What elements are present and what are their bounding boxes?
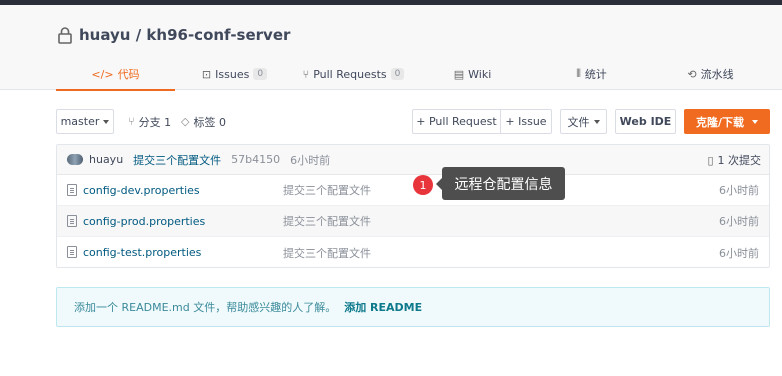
clone-download-button[interactable]: 克隆/下载: [684, 109, 770, 134]
file-commit-message[interactable]: 提交三个配置文件: [283, 213, 371, 229]
readme-notice-text: 添加一个 README.md 文件，帮助感兴趣的人了解。: [74, 301, 337, 314]
avatar[interactable]: [67, 154, 83, 165]
file-menu-label: 文件: [567, 115, 590, 129]
commit-message[interactable]: 提交三个配置文件: [133, 152, 221, 168]
file-icon: [67, 184, 77, 196]
repo-tabs: </> 代码 ⊡ Issues 0 ⑂ Pull Requests 0 ▤ Wi…: [56, 58, 770, 91]
chevron-down-icon: [593, 119, 600, 124]
branches-label: 分支 1: [138, 115, 172, 129]
pull-requests-count-badge: 0: [390, 68, 405, 80]
file-menu-button[interactable]: 文件: [560, 109, 607, 134]
commit-count-link[interactable]: ▯ 1 次提交: [707, 145, 761, 175]
file-row[interactable]: config-dev.properties 提交三个配置文件 6小时前: [57, 175, 769, 206]
tab-pull-requests[interactable]: ⑂ Pull Requests 0: [294, 58, 413, 90]
repo-path[interactable]: huayu / kh96-conf-server: [79, 26, 290, 44]
tab-label: 统计: [584, 68, 607, 81]
code-icon: </>: [91, 67, 114, 81]
commit-sha[interactable]: 57b4150: [231, 153, 280, 166]
file-commit-time: 6小时前: [719, 246, 759, 260]
commit-author[interactable]: huayu: [89, 153, 123, 166]
pull-request-icon: ⑂: [302, 67, 310, 81]
repo-toolbar: master ⑂ 分支 1 ◇ 标签 0 + Pull Request + Issu…: [56, 109, 770, 134]
repo-separator: /: [130, 26, 147, 44]
tab-label: Issues: [215, 67, 250, 81]
tab-label: 流水线: [700, 68, 734, 81]
file-commit-time: 6小时前: [719, 184, 759, 197]
file-commit-message[interactable]: 提交三个配置文件: [283, 245, 371, 261]
commit-time: 6小时前: [290, 153, 331, 167]
tags-link[interactable]: ◇ 标签 0: [181, 109, 226, 134]
new-issue-label: + Issue: [505, 115, 547, 128]
tag-icon: ◇: [181, 115, 190, 128]
file-row[interactable]: config-prod.properties 提交三个配置文件 6小时前: [57, 206, 769, 237]
issues-icon: ⊡: [201, 67, 212, 81]
tab-pipeline[interactable]: ⟲ 流水线: [651, 58, 770, 90]
file-commit-message[interactable]: 提交三个配置文件: [283, 182, 371, 198]
file-name[interactable]: config-dev.properties: [83, 184, 200, 197]
web-ide-label: Web IDE: [619, 115, 672, 128]
file-commit-time: 6小时前: [719, 215, 759, 228]
tab-code[interactable]: </> 代码: [56, 58, 175, 91]
tab-wiki[interactable]: ▤ Wiki: [413, 58, 532, 90]
tab-label: 代码: [117, 68, 140, 81]
branch-icon: ⑂: [128, 115, 135, 128]
tags-label: 标签 0: [193, 115, 226, 129]
branch-select[interactable]: master: [56, 109, 114, 134]
tab-label: Pull Requests: [313, 67, 387, 81]
issues-count-badge: 0: [253, 68, 268, 80]
repo-header: huayu / kh96-conf-server </> 代码 ⊡ Issues…: [0, 5, 782, 91]
chevron-down-icon: [103, 119, 110, 124]
repo-owner[interactable]: huayu: [79, 26, 130, 44]
clone-download-label: 克隆/下载: [695, 115, 745, 129]
tab-stats[interactable]: ⫴ 统计: [532, 58, 651, 90]
commit-history-icon: ▯: [707, 153, 714, 167]
repo-name[interactable]: kh96-conf-server: [146, 26, 290, 44]
wiki-icon: ▤: [453, 67, 465, 81]
stats-icon: ⫴: [576, 67, 581, 80]
annotation-badge: 1: [413, 175, 433, 195]
file-list: huayu 提交三个配置文件 57b4150 6小时前 ▯ 1 次提交 confi…: [56, 144, 770, 268]
branch-select-label: master: [60, 115, 100, 128]
latest-commit-bar: huayu 提交三个配置文件 57b4150 6小时前 ▯ 1 次提交: [57, 145, 769, 175]
commit-count-label: 1 次提交: [717, 154, 762, 167]
tab-label: Wiki: [468, 67, 492, 81]
new-pull-request-button[interactable]: + Pull Request: [412, 109, 501, 134]
file-icon: [67, 246, 77, 258]
tab-issues[interactable]: ⊡ Issues 0: [175, 58, 294, 90]
readme-notice: 添加一个 README.md 文件，帮助感兴趣的人了解。 添加 README: [56, 287, 770, 327]
lock-icon: [58, 27, 72, 44]
file-row[interactable]: config-test.properties 提交三个配置文件 6小时前: [57, 237, 769, 268]
repo-title: huayu / kh96-conf-server: [56, 25, 290, 45]
file-name[interactable]: config-test.properties: [83, 246, 201, 259]
web-ide-button[interactable]: Web IDE: [615, 109, 676, 134]
file-name[interactable]: config-prod.properties: [83, 215, 205, 228]
annotation-tooltip: 远程仓配置信息: [436, 167, 565, 200]
new-pull-request-label: + Pull Request: [416, 115, 497, 128]
branches-link[interactable]: ⑂ 分支 1: [128, 109, 171, 134]
chevron-down-icon: [752, 119, 759, 124]
file-icon: [67, 215, 77, 227]
add-readme-link[interactable]: 添加 README: [344, 299, 422, 315]
pipeline-icon: ⟲: [687, 67, 697, 81]
new-issue-button[interactable]: + Issue: [500, 109, 552, 134]
